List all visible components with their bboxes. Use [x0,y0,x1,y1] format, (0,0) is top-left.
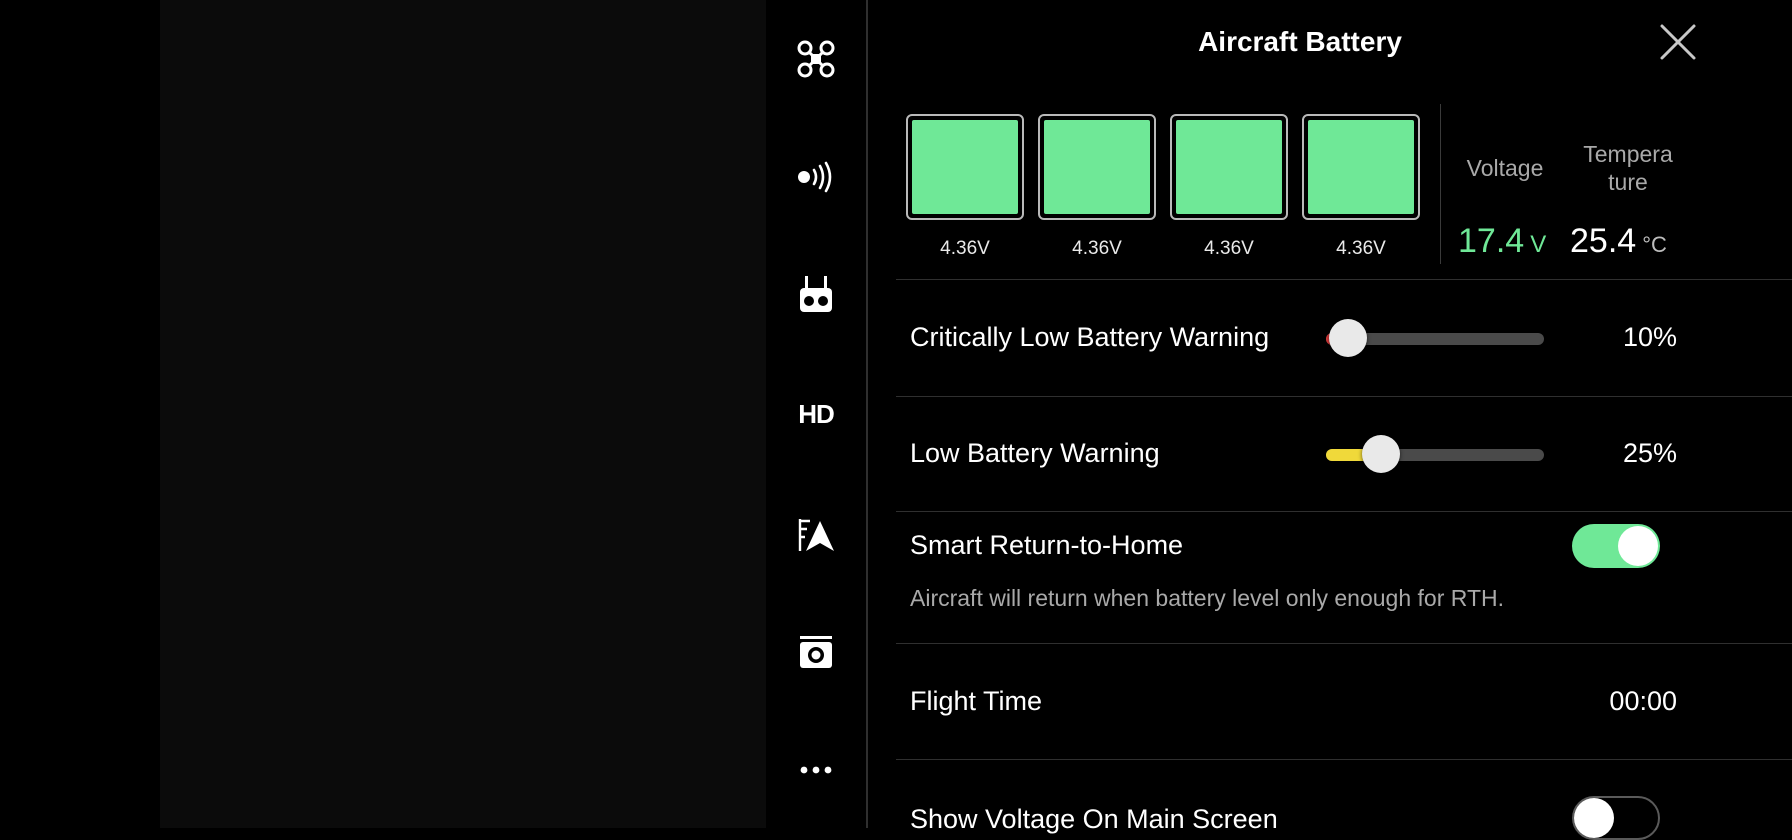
smart-rth-description: Aircraft will return when battery level … [910,585,1505,611]
low-warning-label: Low Battery Warning [910,438,1160,468]
voltage-label: Voltage [1466,155,1544,181]
battery-cell-fill [1044,120,1150,214]
critical-warning-value: 10% [1622,322,1677,352]
temperature-unit: °C [1642,232,1667,257]
low-warning-slider[interactable] [1326,435,1544,473]
temperature-label-line1: Tempera [1583,141,1673,167]
temperature-label: Tempera ture [1568,140,1688,196]
battery-cell [1170,114,1288,220]
aircraft-battery-panel: Aircraft Battery 4.36V 4.36V 4.36V 4.36V… [868,0,1792,840]
hd-icon[interactable]: HD [790,392,842,436]
hd-label: HD [798,398,835,429]
stats-divider [1440,104,1441,264]
critical-warning-label: Critically Low Battery Warning [910,322,1270,352]
cell-voltage: 4.36V [940,238,990,259]
temperature-label-line2: ture [1608,169,1648,195]
panel-title: Aircraft Battery [1198,26,1402,57]
battery-cell-fill [912,120,1018,214]
camera-icon[interactable] [790,630,842,674]
temperature-value: 25.4 °C [1570,222,1667,261]
smart-rth-toggle-knob [1618,526,1658,566]
close-button[interactable] [1658,22,1698,62]
smart-rth-label: Smart Return-to-Home [910,530,1184,560]
voltage-value: 17.4 V [1458,222,1546,261]
battery-cell [1302,114,1420,220]
low-slider-thumb[interactable] [1361,435,1400,473]
divider [896,511,1792,512]
divider [896,759,1792,760]
signal-icon[interactable] [790,155,842,199]
close-icon [1660,24,1696,60]
divider [896,643,1792,644]
gps-icon[interactable] [790,512,842,556]
cell-voltage: 4.36V [1072,238,1122,259]
camera-view [160,0,766,828]
divider [896,396,1792,397]
divider [896,279,1792,280]
show-voltage-label: Show Voltage On Main Screen [910,804,1278,834]
battery-cell-fill [1308,120,1414,214]
cell-voltage: 4.36V [1204,238,1254,259]
battery-cell [1038,114,1156,220]
more-icon[interactable] [790,748,842,792]
low-warning-value: 25% [1622,438,1677,468]
show-voltage-toggle[interactable] [1572,796,1660,840]
voltage-unit: V [1530,231,1547,258]
show-voltage-toggle-knob [1574,798,1614,838]
smart-rth-toggle[interactable] [1572,524,1660,568]
flight-time-value: 00:00 [1609,686,1677,716]
critical-warning-slider[interactable] [1326,319,1544,357]
voltage-number: 17.4 [1458,222,1525,260]
temperature-number: 25.4 [1570,222,1637,260]
aircraft-icon[interactable] [790,37,842,81]
battery-cell [906,114,1024,220]
flight-time-label: Flight Time [910,686,1043,716]
cell-voltage: 4.36V [1336,238,1386,259]
remote-controller-icon[interactable] [790,272,842,316]
critical-slider-thumb[interactable] [1328,319,1367,357]
battery-cell-fill [1176,120,1282,214]
